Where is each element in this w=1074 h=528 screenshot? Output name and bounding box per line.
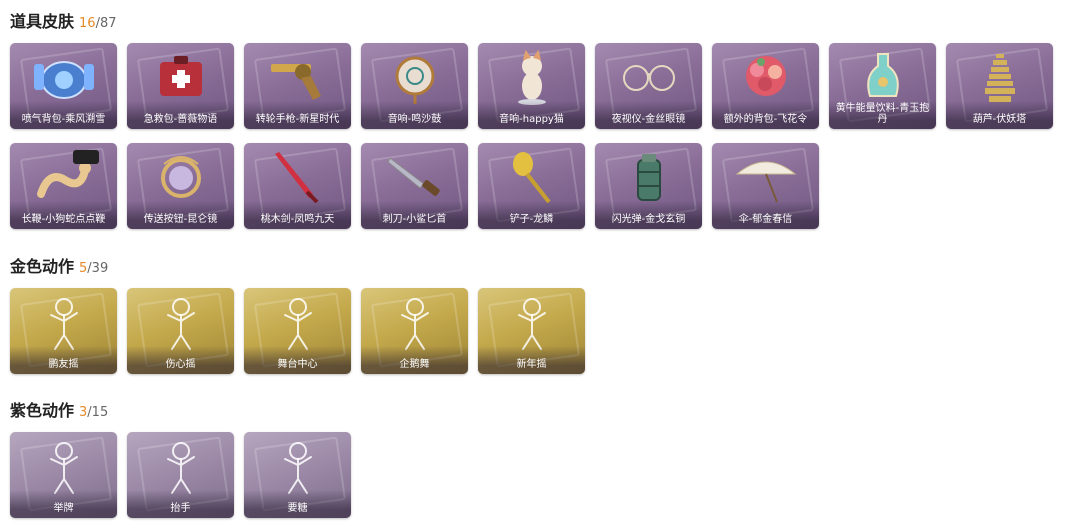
item-label: 铲子-龙鳞 [478,201,585,229]
bottle-icon [829,47,936,109]
total-count: /87 [95,16,117,31]
pose-icon [244,292,351,354]
section-count: 5/39 [79,261,108,276]
item-label: 桃木剑-凤鸣九天 [244,201,351,229]
item-card[interactable]: 黄牛能量饮料-青玉抱丹 [829,43,936,129]
item-label: 黄牛能量饮料-青玉抱丹 [829,101,936,129]
item-label: 企鹅舞 [361,346,468,374]
item-label: 急救包-蔷薇物语 [127,101,234,129]
section-count: 3/15 [79,405,108,420]
item-label: 葫芦-伏妖塔 [946,101,1053,129]
item-card[interactable]: 桃木剑-凤鸣九天 [244,143,351,229]
item-card[interactable]: 长鞭-小狗蛇点点鞭 [10,143,117,229]
item-label: 闪光弹-金戈玄铜 [595,201,702,229]
item-card[interactable]: 额外的背包-飞花令 [712,43,819,129]
bouquet-icon [712,47,819,109]
item-card[interactable]: 转轮手枪-新星时代 [244,43,351,129]
item-label: 传送按钮-昆仑镜 [127,201,234,229]
total-count: /39 [87,261,109,276]
item-card[interactable]: 鹏友摇 [10,288,117,374]
mirror-icon [127,147,234,209]
section-count: 16/87 [79,16,116,31]
item-label: 夜视仪-金丝眼镜 [595,101,702,129]
pose-icon [127,436,234,498]
item-label: 音响-鸣沙鼓 [361,101,468,129]
pose-icon [361,292,468,354]
item-card[interactable]: 伞-郁金春信 [712,143,819,229]
total-count: /15 [87,405,109,420]
item-card[interactable]: 刺刀-小鲨匕首 [361,143,468,229]
revolver-icon [244,47,351,109]
snake-icon [10,147,117,209]
pose-icon [10,436,117,498]
section-name: 道具皮肤 [10,12,75,31]
item-card[interactable]: 音响-鸣沙鼓 [361,43,468,129]
section-title: 金色动作 5/39 [10,253,108,277]
umbrella-icon [712,147,819,209]
pose-icon [10,292,117,354]
item-card[interactable]: 传送按钮-昆仑镜 [127,143,234,229]
pose-icon [244,436,351,498]
section-name: 金色动作 [10,257,75,276]
item-card[interactable]: 喷气背包-乘风溯雪 [10,43,117,129]
item-label: 长鞭-小狗蛇点点鞭 [10,201,117,229]
pose-icon [478,292,585,354]
item-card[interactable]: 新年摇 [478,288,585,374]
item-label: 舞台中心 [244,346,351,374]
item-card[interactable]: 闪光弹-金戈玄铜 [595,143,702,229]
item-label: 转轮手枪-新星时代 [244,101,351,129]
section-title: 道具皮肤 16/87 [10,8,116,32]
item-card[interactable]: 举牌 [10,432,117,518]
sword-icon [244,147,351,209]
section-name: 紫色动作 [10,401,75,420]
item-card[interactable]: 葫芦-伏妖塔 [946,43,1053,129]
item-card[interactable]: 企鹅舞 [361,288,468,374]
item-label: 鹏友摇 [10,346,117,374]
pose-icon [127,292,234,354]
cat-icon [478,47,585,109]
item-label: 要糖 [244,490,351,518]
jetpack-icon [10,47,117,109]
shovel-icon [478,147,585,209]
item-label: 伤心摇 [127,346,234,374]
item-label: 刺刀-小鲨匕首 [361,201,468,229]
item-card[interactable]: 铲子-龙鳞 [478,143,585,229]
item-card[interactable]: 急救包-蔷薇物语 [127,43,234,129]
section-title: 紫色动作 3/15 [10,397,108,421]
owned-count: 16 [79,16,96,31]
item-card[interactable]: 音响-happy猫 [478,43,585,129]
item-label: 伞-郁金春信 [712,201,819,229]
grenade-icon [595,147,702,209]
item-card[interactable]: 舞台中心 [244,288,351,374]
drum-icon [361,47,468,109]
dagger-icon [361,147,468,209]
item-label: 新年摇 [478,346,585,374]
item-label: 举牌 [10,490,117,518]
item-card[interactable]: 夜视仪-金丝眼镜 [595,43,702,129]
item-card[interactable]: 抬手 [127,432,234,518]
item-label: 额外的背包-飞花令 [712,101,819,129]
item-card[interactable]: 要糖 [244,432,351,518]
item-label: 抬手 [127,490,234,518]
medkit-icon [127,47,234,109]
item-card[interactable]: 伤心摇 [127,288,234,374]
item-label: 喷气背包-乘风溯雪 [10,101,117,129]
item-label: 音响-happy猫 [478,101,585,129]
glasses-icon [595,47,702,109]
pagoda-icon [946,47,1053,109]
